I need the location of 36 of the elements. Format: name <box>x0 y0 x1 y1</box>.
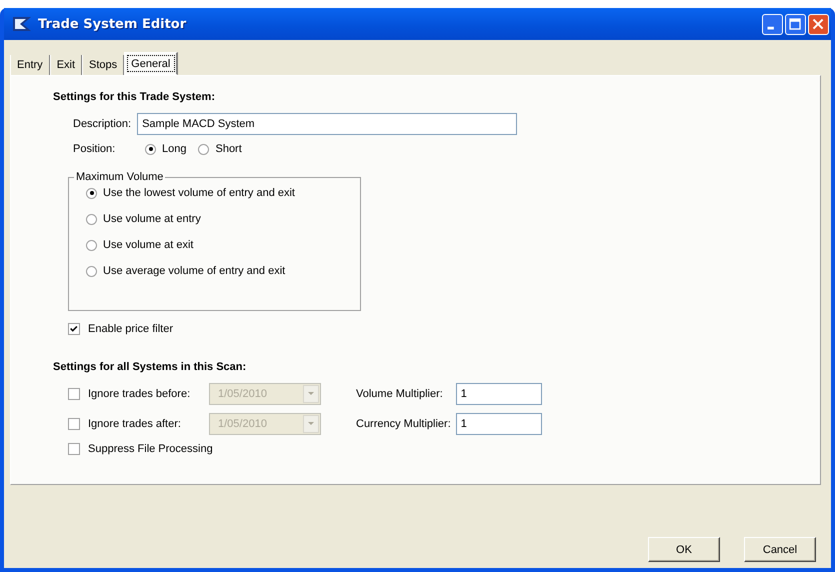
radio-button[interactable] <box>86 214 97 224</box>
radio-label: Use the lowest volume of entry and exit <box>103 187 295 199</box>
cancel-button[interactable]: Cancel <box>744 537 816 562</box>
checkbox-label: Suppress File Processing <box>88 443 213 455</box>
maximize-button[interactable] <box>785 14 806 34</box>
radio-label: Short <box>215 143 242 155</box>
ok-button[interactable]: OK <box>648 537 720 562</box>
radio-label: Use volume at exit <box>103 239 194 251</box>
close-button[interactable] <box>808 14 829 34</box>
field-label: Volume Multiplier: <box>356 388 444 400</box>
multiplier-field[interactable]: 1 <box>456 413 542 435</box>
checkbox-label: Ignore trades after: <box>88 418 181 430</box>
group-title: Maximum Volume <box>75 171 164 183</box>
radio-button[interactable] <box>145 144 156 154</box>
minimize-button[interactable] <box>762 14 783 34</box>
app-logo-icon <box>12 16 32 32</box>
field-label: Description: <box>73 118 132 130</box>
section-heading: Settings for this Trade System: <box>53 91 216 103</box>
field-label: Currency Multiplier: <box>356 418 451 430</box>
radio-label: Use volume at entry <box>103 213 201 225</box>
radio-label: Use average volume of entry and exit <box>103 265 286 277</box>
field-label: Position: <box>73 143 116 155</box>
checkbox[interactable] <box>68 443 80 455</box>
radio-button[interactable] <box>86 266 97 276</box>
checkbox-label: Ignore trades before: <box>88 388 190 400</box>
radio-label: Long <box>162 143 186 155</box>
radio-button[interactable] <box>86 240 97 250</box>
tab[interactable]: General <box>124 52 178 75</box>
checkbox[interactable] <box>68 323 80 335</box>
checkbox-label: Enable price filter <box>88 323 173 335</box>
radio-button[interactable] <box>198 144 210 154</box>
description-field[interactable]: Sample MACD System <box>137 113 518 135</box>
radio-button[interactable] <box>86 188 97 198</box>
multiplier-field[interactable]: 1 <box>456 383 542 405</box>
window-title: Trade System Editor <box>38 16 186 32</box>
section-heading: Settings for all Systems in this Scan: <box>53 361 248 373</box>
